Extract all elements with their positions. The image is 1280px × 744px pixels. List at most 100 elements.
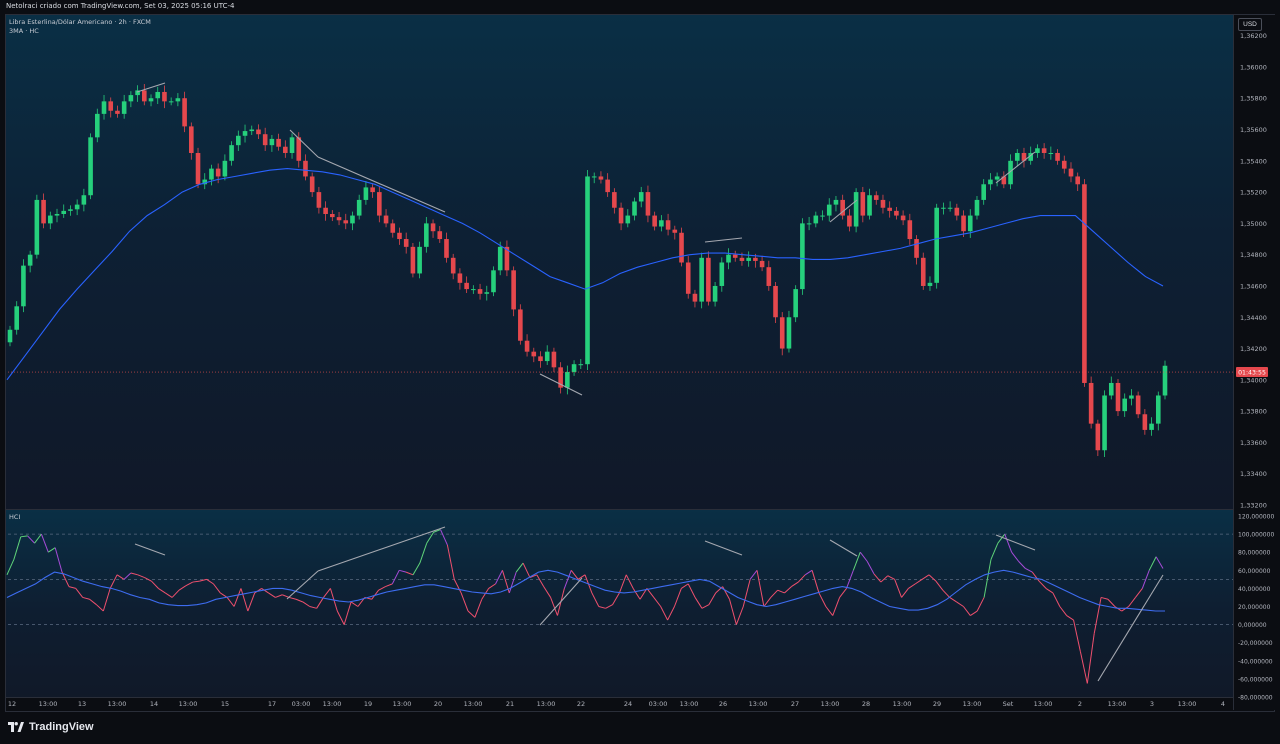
candle-body <box>1129 395 1134 399</box>
osc-series-segment <box>811 570 820 594</box>
osc-series-segment <box>151 580 159 589</box>
osc-series-segment <box>116 574 125 580</box>
time-tick-label: 21 <box>506 700 514 708</box>
time-tick-label: 13:00 <box>1034 700 1053 708</box>
candle-body <box>867 195 872 216</box>
time-tick-label: 29 <box>933 700 941 708</box>
candle-body <box>350 215 355 224</box>
osc-series-segment <box>770 589 779 598</box>
osc-series-segment <box>1135 588 1143 598</box>
osc-series-segment <box>935 580 944 591</box>
candle-body <box>47 215 53 224</box>
price-tick-label: 1,36200 <box>1240 32 1267 40</box>
price-tick-label: 1,34800 <box>1240 251 1267 259</box>
osc-series-segment <box>839 588 847 598</box>
osc-series-segment <box>302 601 311 607</box>
osc-series-segment <box>213 583 221 594</box>
candle-body <box>437 231 443 240</box>
time-tick-label: 13:00 <box>749 700 768 708</box>
candle-body <box>585 176 590 365</box>
candle-body <box>61 210 67 214</box>
candle-body <box>41 199 46 224</box>
candle-body <box>753 257 758 261</box>
osc-series-segment <box>625 574 634 589</box>
candle-body <box>961 215 966 232</box>
candle-body <box>94 113 100 138</box>
osc-series-segment <box>963 606 971 616</box>
osc-series-segment <box>185 581 194 587</box>
candle-body <box>706 257 711 302</box>
candle-body <box>54 214 60 216</box>
time-tick-label: 13:00 <box>821 700 840 708</box>
candle-body <box>1068 168 1074 177</box>
candle-body <box>907 220 913 240</box>
candle-body <box>1014 152 1020 161</box>
footer <box>0 712 1280 744</box>
candle-body <box>1122 398 1128 412</box>
osc-series-segment <box>612 592 620 605</box>
candle-body <box>894 210 899 216</box>
osc-series-segment <box>667 606 675 621</box>
osc-series-segment <box>915 578 923 585</box>
candle-body <box>773 285 778 318</box>
osc-series-segment <box>1155 556 1164 569</box>
osc-series-segment <box>956 601 964 607</box>
osc-tick-label: 60,000000 <box>1238 568 1271 575</box>
time-tick-label: 3 <box>1150 700 1154 708</box>
osc-series-segment <box>440 529 448 546</box>
candle-body <box>262 134 268 146</box>
candle-body <box>229 145 234 161</box>
osc-series-segment <box>1045 587 1054 594</box>
osc-series-segment <box>247 592 256 612</box>
divergence-line <box>829 539 858 557</box>
candle-body <box>471 289 476 291</box>
time-tick-label: 13:00 <box>108 700 127 708</box>
osc-series-segment <box>275 594 283 598</box>
candle-body <box>813 215 819 224</box>
candle-body <box>1082 184 1087 383</box>
time-tick-label: 4 <box>1221 700 1225 708</box>
osc-series-segment <box>618 574 627 594</box>
candle-body <box>981 184 986 200</box>
candle-body <box>209 168 214 180</box>
candle-body <box>786 317 792 349</box>
candle-body <box>853 192 859 227</box>
candle-body <box>450 257 456 274</box>
candle-body <box>800 223 805 290</box>
candle-body <box>625 215 631 224</box>
time-tick-label: 03:00 <box>649 700 668 708</box>
osc-series-segment <box>859 551 868 562</box>
time-tick-label: 13 <box>78 700 86 708</box>
time-tick-label: 13:00 <box>1108 700 1127 708</box>
candle-body <box>511 270 516 310</box>
candle-body <box>497 246 503 271</box>
candle-body <box>605 179 610 193</box>
tradingview-logo: TradingView <box>8 721 94 733</box>
osc-tick-label: 80,000000 <box>1238 550 1271 557</box>
candle-body <box>21 265 26 307</box>
candle-body <box>833 199 839 205</box>
time-tick-label: 19 <box>364 700 372 708</box>
osc-series-segment <box>804 569 813 576</box>
price-tag-label: 01:43:55 <box>1238 370 1266 377</box>
candle-body <box>175 98 181 102</box>
time-tick-label: 24 <box>624 700 632 708</box>
divergence-line <box>134 543 166 556</box>
osc-series-segment <box>791 581 799 588</box>
osc-series-segment <box>942 589 951 598</box>
candle-body <box>571 364 577 373</box>
candle-body <box>632 201 637 216</box>
osc-series-segment <box>873 573 882 583</box>
candle-body <box>1075 176 1081 185</box>
osc-series-segment <box>89 598 97 606</box>
candle-body <box>967 215 973 232</box>
osc-series-segment <box>488 583 496 589</box>
candle-body <box>578 364 584 366</box>
candle-body <box>1162 365 1168 396</box>
osc-series-segment <box>137 574 145 579</box>
candle-body <box>101 101 107 114</box>
osc-series-segment <box>467 610 476 618</box>
candle-body <box>377 192 382 216</box>
osc-series-segment <box>832 597 841 616</box>
osc-series-segment <box>350 601 359 607</box>
